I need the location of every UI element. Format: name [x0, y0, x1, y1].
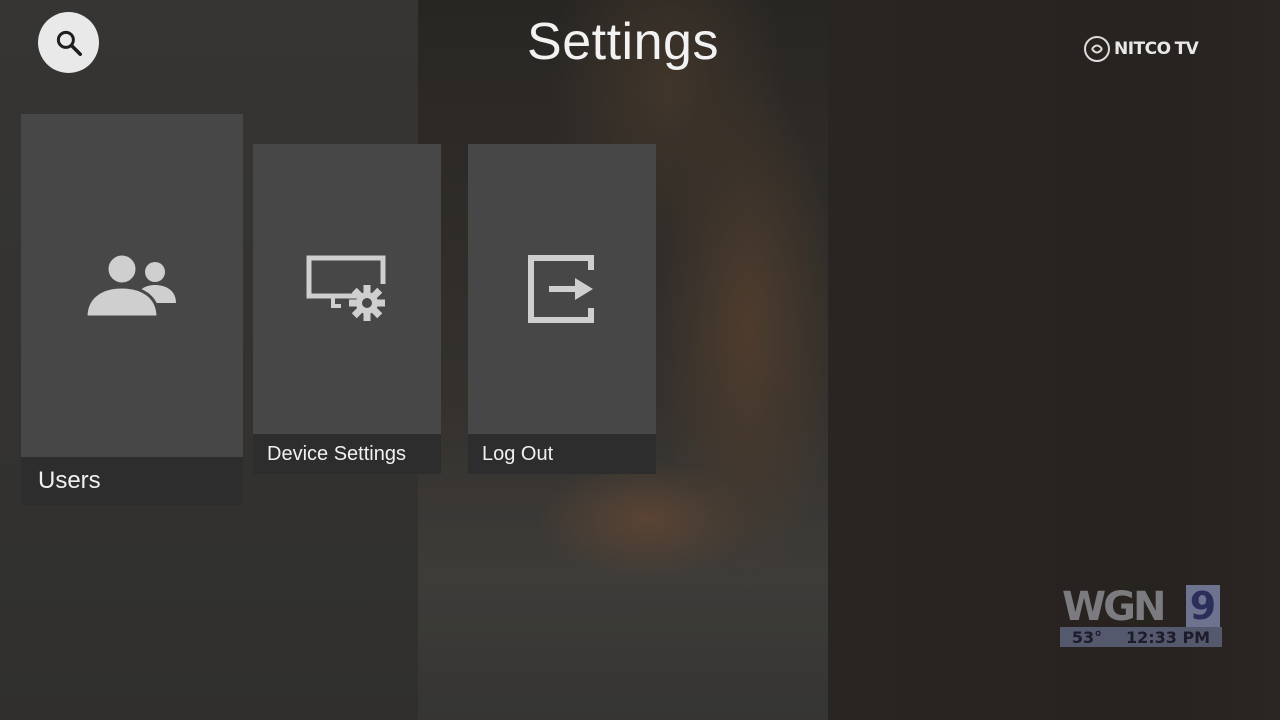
channel-info-bar: 53° 12:33 PM [1060, 627, 1222, 647]
device-settings-icon [306, 255, 386, 321]
brand-logo: NITCO TV [1084, 36, 1199, 62]
tile-device-settings-icon-area [253, 144, 441, 434]
tile-log-out-icon-area [468, 144, 656, 434]
channel-number: 9 [1186, 585, 1220, 627]
tile-device-settings-label: Device Settings [253, 434, 441, 474]
brand-logo-suffix: TV [1174, 39, 1199, 59]
tile-log-out[interactable]: Log Out [468, 144, 656, 474]
tile-device-settings[interactable]: Device Settings [253, 144, 441, 474]
brand-logo-text: NITCO [1114, 39, 1171, 59]
channel-call-letters: WGN [1062, 584, 1166, 630]
clock-time: 12:33 PM [1125, 627, 1211, 647]
nitco-swirl-icon [1084, 36, 1110, 62]
settings-screen: Settings NITCO TV Users Device Settings … [0, 0, 1280, 720]
channel-bug: WGN 9 53° 12:33 PM [1060, 585, 1222, 647]
tile-users-icon-area [21, 114, 243, 457]
tile-log-out-label: Log Out [468, 434, 656, 474]
log-out-icon [528, 255, 594, 323]
users-icon [84, 252, 176, 318]
tile-users[interactable]: Users [21, 114, 243, 505]
page-title: Settings [527, 13, 719, 71]
tile-users-label: Users [21, 457, 243, 505]
temperature: 53° [1071, 627, 1103, 647]
